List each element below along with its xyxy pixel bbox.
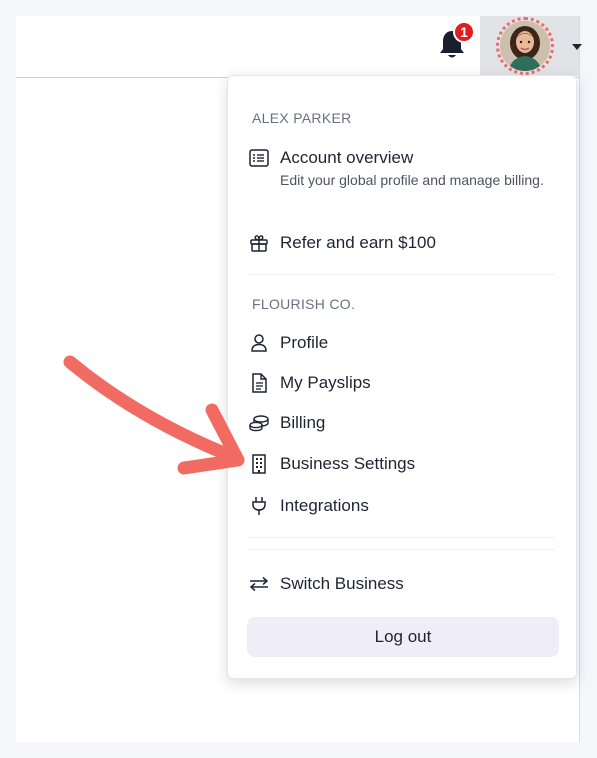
menu-item-label: Switch Business <box>280 574 404 593</box>
menu-item-label: Refer and earn $100 <box>280 233 436 252</box>
menu-item-switch-business[interactable]: Switch Business <box>248 573 558 595</box>
coins-icon <box>248 412 270 434</box>
caret-down-icon <box>572 44 582 50</box>
menu-item-label: Integrations <box>280 496 369 515</box>
top-bar: 1 <box>16 16 582 78</box>
notification-count-badge: 1 <box>453 21 475 43</box>
menu-divider <box>248 549 554 550</box>
switch-arrows-icon <box>248 573 270 595</box>
list-icon <box>248 147 270 169</box>
avatar <box>500 21 550 71</box>
document-icon <box>248 372 270 394</box>
plug-icon <box>248 495 270 517</box>
menu-divider <box>248 274 554 275</box>
gift-icon <box>248 232 270 254</box>
menu-item-business-settings[interactable]: Business Settings <box>248 453 558 475</box>
menu-item-integrations[interactable]: Integrations <box>248 495 558 517</box>
menu-item-profile[interactable]: Profile <box>248 332 558 354</box>
account-menu-button[interactable] <box>480 16 582 76</box>
building-icon <box>248 453 270 475</box>
account-dropdown-menu: ALEX PARKER Account overview Edit your g… <box>227 75 577 679</box>
menu-item-label: Account overview <box>280 148 414 167</box>
business-section-label: FLOURISH CO. <box>252 296 356 312</box>
menu-item-billing[interactable]: Billing <box>248 412 558 434</box>
menu-item-label: Billing <box>280 413 326 432</box>
account-section-label: ALEX PARKER <box>252 110 352 126</box>
menu-item-my-payslips[interactable]: My Payslips <box>248 372 558 394</box>
menu-item-label: Profile <box>280 333 329 352</box>
menu-item-account-overview[interactable]: Account overview Edit your global profil… <box>248 147 558 191</box>
menu-item-description: Edit your global profile and manage bill… <box>280 172 544 188</box>
logout-button[interactable]: Log out <box>247 617 559 657</box>
menu-item-refer-and-earn[interactable]: Refer and earn $100 <box>248 232 558 254</box>
user-icon <box>248 332 270 354</box>
menu-item-label: Business Settings <box>280 454 416 473</box>
menu-item-label: My Payslips <box>280 373 371 392</box>
menu-divider <box>248 537 554 538</box>
